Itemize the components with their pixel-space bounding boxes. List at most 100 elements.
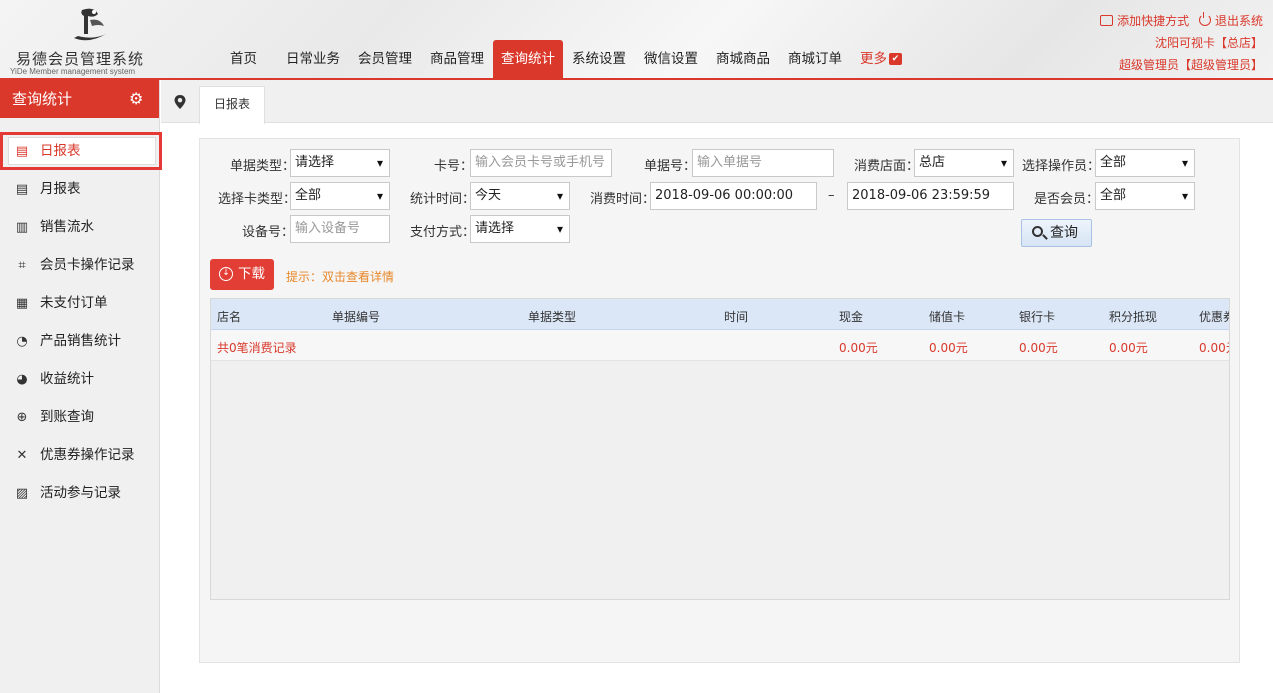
logout-link[interactable]: 退出系统 [1198,12,1263,28]
nav-daily-business[interactable]: 日常业务 [277,40,349,78]
store-name[interactable]: 沈阳可视卡【总店】 [1094,32,1263,54]
summary-coupon: 0.00元 [1199,341,1229,355]
shrink-icon: ✕ [16,448,28,463]
download-button[interactable]: ↓ 下载 [210,259,274,290]
column-header-doc-no[interactable]: 单据编号 [332,308,380,325]
sidebar-item-card-operation-log[interactable]: ⌗ 会员卡操作记录 [0,246,159,284]
column-header-bank-card[interactable]: 银行卡 [1019,308,1055,325]
nav-wechat-settings[interactable]: 微信设置 [635,40,707,78]
logout-label: 退出系统 [1214,14,1263,28]
hint-text: 提示：双击查看详情 [286,270,395,284]
column-header-time[interactable]: 时间 [724,308,748,325]
sidebar-item-sales-flow[interactable]: ▥ 销售流水 [0,208,159,246]
column-header-points[interactable]: 积分抵现 [1109,308,1157,325]
pie-chart-icon: ◔ [16,334,28,349]
nav-more[interactable]: 更多 ✔ [851,40,911,78]
end-time-input[interactable]: 2018-09-06 23:59:59 [847,182,1014,210]
query-button[interactable]: 查询 [1021,219,1092,247]
summary-label: 共0笔消费记录 [217,341,297,355]
brand-subtitle: YiDe Member management system [10,67,136,76]
sidebar-item-coupon-operation-log[interactable]: ✕ 优惠券操作记录 [0,436,159,474]
brand-logo[interactable]: 易德会员管理系统 YiDe Member management system [8,2,158,76]
brand-logo-icon [74,8,106,41]
report-table: 店名 单据编号 单据类型 时间 现金 储值卡 银行卡 积分抵现 优惠券 共0笔消… [210,298,1230,600]
column-header-coupon[interactable]: 优惠券 [1199,308,1229,325]
card-type-label: 选择卡类型： [218,192,297,207]
sidebar-item-revenue-stats[interactable]: ◕ 收益统计 [0,360,159,398]
sidebar-item-label: 月报表 [40,181,81,197]
pay-method-label: 支付方式： [410,225,476,240]
brand-title: 易德会员管理系统 [16,50,145,68]
pie-filled-icon: ◕ [16,372,28,387]
nav-product-management[interactable]: 商品管理 [421,40,493,78]
nav-home[interactable]: 首页 [210,40,277,78]
nav-mall-orders[interactable]: 商城订单 [779,40,851,78]
is-member-select[interactable]: 全部 [1095,182,1195,210]
range-separator: – [828,188,835,203]
sidebar-item-arrival-query[interactable]: ⊕ 到账查询 [0,398,159,436]
sidebar-item-label: 日报表 [40,143,81,159]
store-label: 消费店面： [854,159,920,174]
column-header-cash[interactable]: 现金 [839,308,863,325]
doc-type-select[interactable]: 请选择 [290,149,390,177]
column-header-stored-card[interactable]: 储值卡 [929,308,965,325]
sidebar-item-monthly-report[interactable]: ▤ 月报表 [0,170,159,208]
sidebar-item-label: 未支付订单 [40,295,108,311]
main-nav: 首页 日常业务 会员管理 商品管理 查询统计 系统设置 微信设置 商城商品 商城… [210,40,911,78]
calendar-month-icon: ▤ [15,182,29,197]
nav-system-settings[interactable]: 系统设置 [563,40,635,78]
summary-bank-card: 0.00元 [1019,341,1058,355]
current-user[interactable]: 超级管理员【超级管理员】 [1094,54,1263,76]
sidebar-item-label: 到账查询 [40,409,94,425]
calendar-icon: ▤ [15,144,29,159]
doc-type-label: 单据类型： [230,159,296,174]
search-icon [1032,226,1043,237]
column-header-store[interactable]: 店名 [217,308,241,325]
table-header: 店名 单据编号 单据类型 时间 现金 储值卡 银行卡 积分抵现 优惠券 [211,299,1229,330]
sidebar-item-activity-records[interactable]: ▨ 活动参与记录 [0,474,159,512]
operator-select[interactable]: 全部 [1095,149,1195,177]
sidebar-header: 查询统计 ⚙ [0,80,159,118]
card-type-select[interactable]: 全部 [290,182,390,210]
sidebar-item-label: 优惠券操作记录 [40,447,135,463]
summary-cash: 0.00元 [839,341,878,355]
doc-no-input[interactable]: 输入单据号 [692,149,834,177]
pay-method-select[interactable]: 请选择 [470,215,570,243]
gear-icon[interactable]: ⚙ [129,91,145,107]
doc-no-label: 单据号： [644,159,697,174]
start-time-input[interactable]: 2018-09-06 00:00:00 [650,182,817,210]
crosshair-icon: ⊕ [16,410,28,425]
stat-time-select[interactable]: 今天 [470,182,570,210]
column-header-doc-type[interactable]: 单据类型 [528,308,576,325]
card-no-input[interactable]: 输入会员卡号或手机号 [470,149,612,177]
location-pin-icon[interactable] [173,94,187,110]
download-icon: ↓ [219,267,233,281]
device-input[interactable]: 输入设备号 [290,215,390,243]
add-shortcut-link[interactable]: 添加快捷方式 [1100,14,1189,28]
nav-query-statistics[interactable]: 查询统计 [493,40,563,78]
nav-member-management[interactable]: 会员管理 [349,40,421,78]
sidebar-item-product-sales-stats[interactable]: ◔ 产品销售统计 [0,322,159,360]
power-icon [1198,12,1211,26]
tab-daily-report[interactable]: 日报表 [199,86,266,124]
chevron-down-icon: ✔ [889,53,902,65]
store-select[interactable]: 总店 [914,149,1014,177]
nav-more-label: 更多 [860,51,887,67]
device-label: 设备号： [242,225,295,240]
download-button-label: 下载 [238,266,265,282]
top-header: 易德会员管理系统 YiDe Member management system 首… [0,0,1273,80]
sidebar-item-daily-report[interactable]: ▤ 日报表 [0,132,162,170]
summary-points: 0.00元 [1109,341,1148,355]
sidebar-item-unpaid-orders[interactable]: ▦ 未支付订单 [0,284,159,322]
crop-icon: ⌗ [18,258,26,273]
table-row[interactable]: 共0笔消费记录 0.00元 0.00元 0.00元 0.00元 0.00元 [211,330,1229,361]
sidebar-item-label: 会员卡操作记录 [40,257,135,273]
sidebar-item-label: 活动参与记录 [40,485,121,501]
sidebar-title: 查询统计 [12,90,73,108]
nav-mall-products[interactable]: 商城商品 [707,40,779,78]
sidebar: 查询统计 ⚙ ▤ 日报表 ▤ 月报表 ▥ 销售流水 ⌗ 会员卡操作记录 ▦ 未支付订单 ◔… [0,80,162,693]
clipboard-icon: ▦ [15,296,29,311]
stat-time-label: 统计时间： [410,192,476,207]
tab-bar: 日报表 [161,80,1273,124]
query-button-label: 查询 [1050,225,1078,241]
